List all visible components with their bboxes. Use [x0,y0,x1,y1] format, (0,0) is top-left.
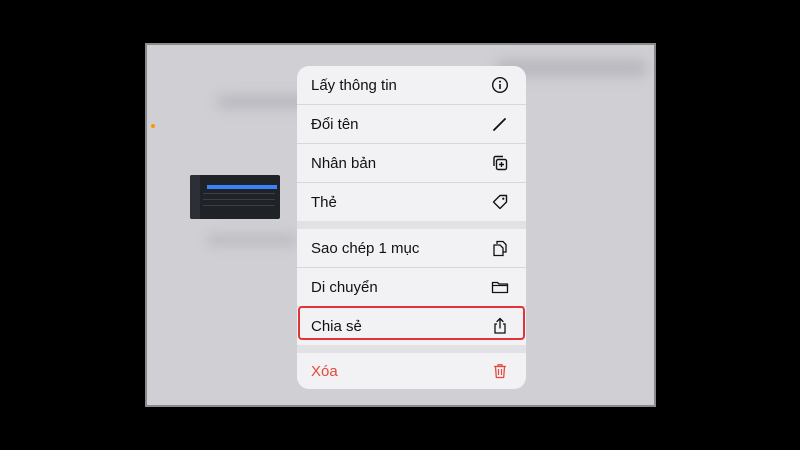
menu-item-label: Sao chép 1 mục [311,239,420,257]
menu-item-label: Lấy thông tin [311,76,397,94]
file-thumbnail[interactable] [190,175,280,219]
duplicate-icon [491,154,509,172]
menu-item-tags[interactable]: Thẻ [297,183,526,221]
blurred-filename [207,235,297,245]
status-dot [151,124,155,128]
context-menu: Lấy thông tin Đổi tên Nhân bản Thẻ Sao c… [297,66,526,389]
copy-icon [491,239,509,257]
menu-item-label: Di chuyển [311,278,378,296]
menu-item-copy[interactable]: Sao chép 1 mục [297,229,526,267]
menu-item-share[interactable]: Chia sẻ [297,307,526,345]
info-icon [491,76,509,94]
menu-item-label: Đổi tên [311,115,359,133]
menu-item-label: Nhân bản [311,154,377,172]
folder-icon [491,278,509,296]
menu-item-duplicate[interactable]: Nhân bản [297,144,526,182]
menu-item-get-info[interactable]: Lấy thông tin [297,66,526,104]
menu-item-label: Xóa [311,362,338,380]
pencil-icon [491,115,509,133]
menu-item-label: Thẻ [311,193,337,211]
menu-item-label: Chia sẻ [311,317,362,335]
menu-item-rename[interactable]: Đổi tên [297,105,526,143]
trash-icon [491,362,509,380]
tag-icon [491,193,509,211]
share-icon [491,317,509,335]
menu-item-move[interactable]: Di chuyển [297,268,526,306]
menu-item-delete[interactable]: Xóa [297,352,526,389]
